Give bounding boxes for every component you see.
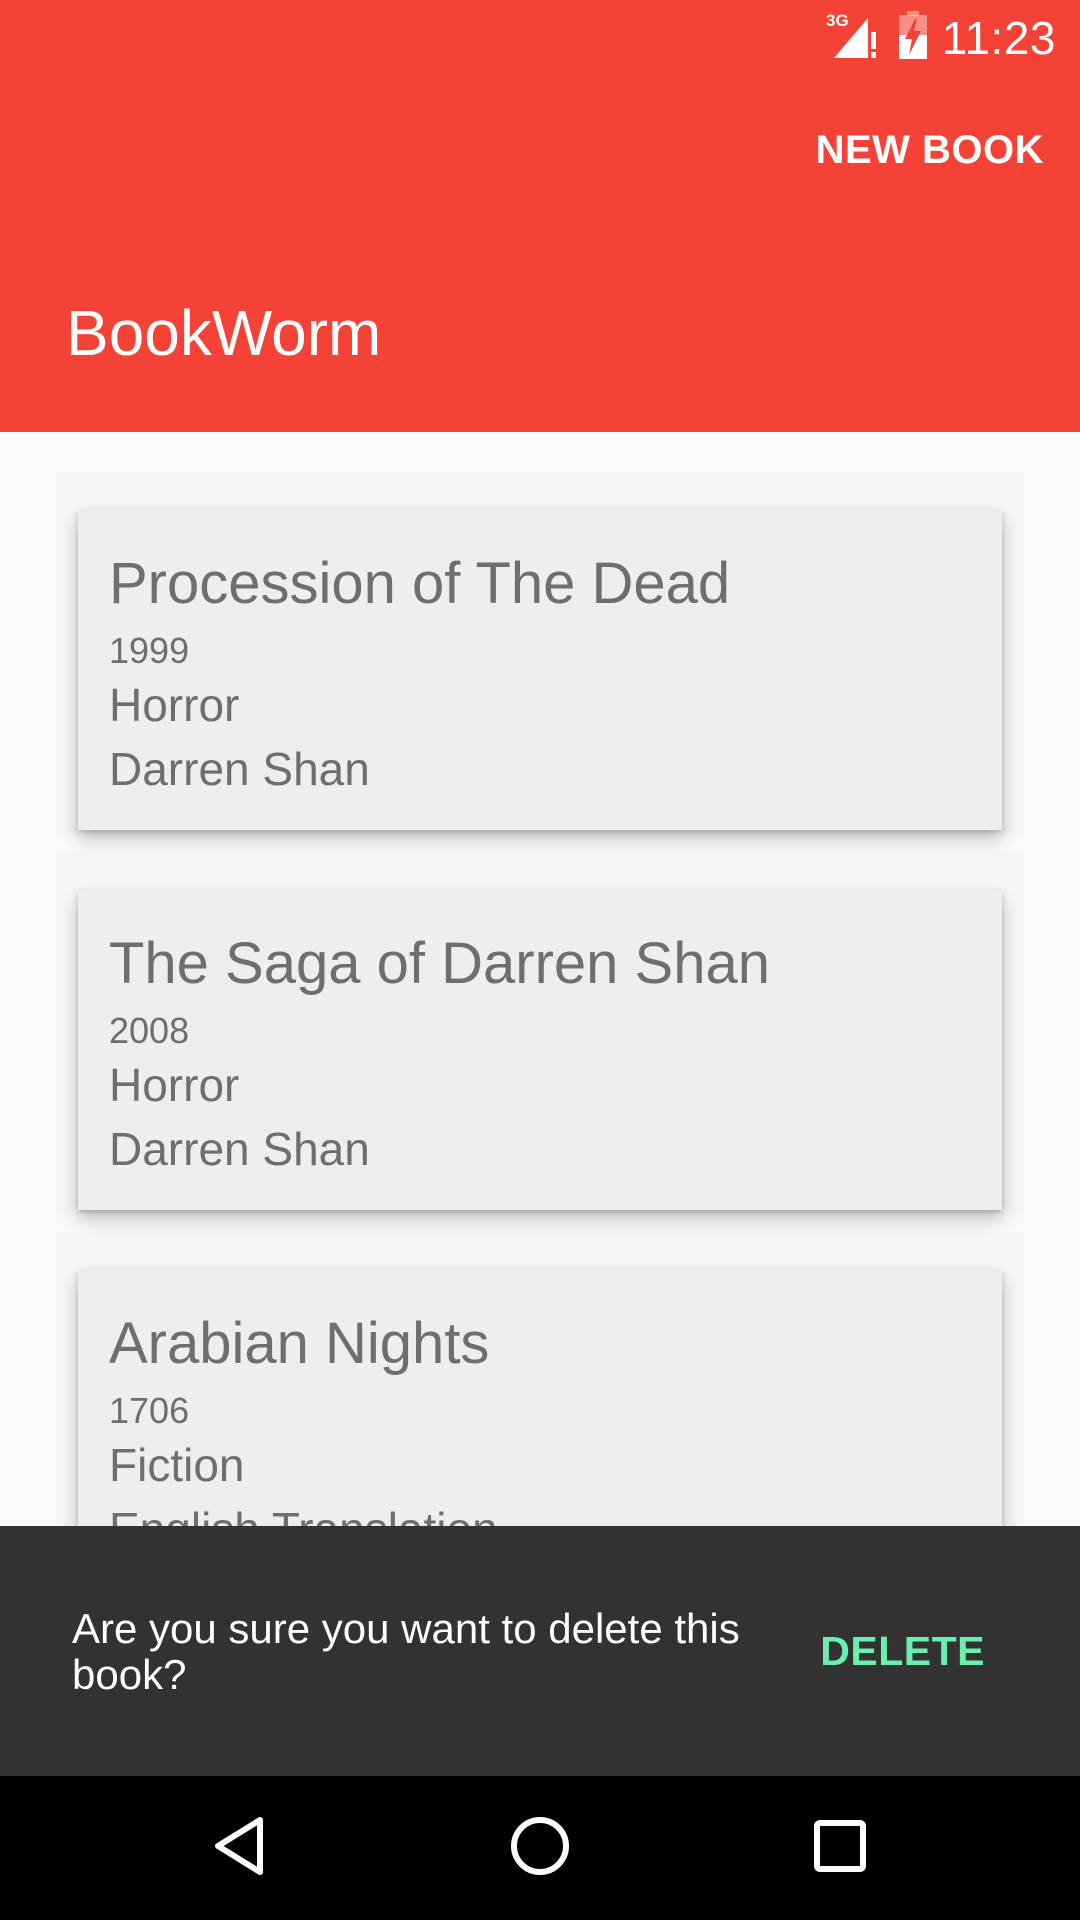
book-genre: Horror: [109, 1059, 240, 1111]
app-bar: 3G 11:23 NEW BOOK BookWorm: [0, 0, 1080, 432]
book-list[interactable]: Procession of The Dead 1999 Horror Darre…: [0, 432, 1080, 1526]
book-genre: Fiction: [109, 1439, 245, 1491]
book-card[interactable]: Arabian Nights 1706 Fiction English Tran…: [78, 1270, 1002, 1526]
book-title: Procession of The Dead: [109, 551, 731, 616]
signal-alert-icon: 3G: [826, 10, 884, 65]
back-button[interactable]: [190, 1798, 290, 1898]
book-card[interactable]: The Saga of Darren Shan 2008 Horror Darr…: [78, 890, 1002, 1210]
recents-button[interactable]: [790, 1798, 890, 1898]
book-author: English Translation: [109, 1502, 498, 1526]
book-genre: Horror: [109, 679, 240, 731]
book-title: The Saga of Darren Shan: [109, 931, 770, 996]
app-title: BookWorm: [66, 297, 382, 369]
book-year: 1999: [109, 630, 190, 671]
book-author: Darren Shan: [109, 1123, 370, 1175]
snackbar: Are you sure you want to delete this boo…: [0, 1526, 1080, 1776]
snackbar-message: Are you sure you want to delete this boo…: [72, 1605, 740, 1698]
battery-charging-icon: [898, 11, 928, 64]
home-button[interactable]: [490, 1798, 590, 1898]
status-bar: 3G 11:23: [0, 0, 1080, 75]
network-type-label: 3G: [826, 11, 849, 30]
book-title: Arabian Nights: [109, 1311, 490, 1376]
delete-button[interactable]: DELETE: [820, 1628, 985, 1675]
book-author: Darren Shan: [109, 743, 370, 795]
book-year: 2008: [109, 1010, 190, 1051]
status-icons: 3G 11:23: [826, 10, 1056, 65]
new-book-button[interactable]: NEW BOOK: [816, 128, 1044, 173]
home-circle-icon: [508, 1814, 572, 1883]
recents-square-icon: [812, 1818, 868, 1879]
back-triangle-icon: [210, 1814, 270, 1883]
book-year: 1706: [109, 1390, 190, 1431]
screen: 3G 11:23 NEW BOOK BookWorm Procession of…: [0, 0, 1080, 1920]
book-card[interactable]: Procession of The Dead 1999 Horror Darre…: [78, 510, 1002, 830]
navigation-bar: [0, 1776, 1080, 1920]
status-time: 11:23: [941, 11, 1056, 64]
